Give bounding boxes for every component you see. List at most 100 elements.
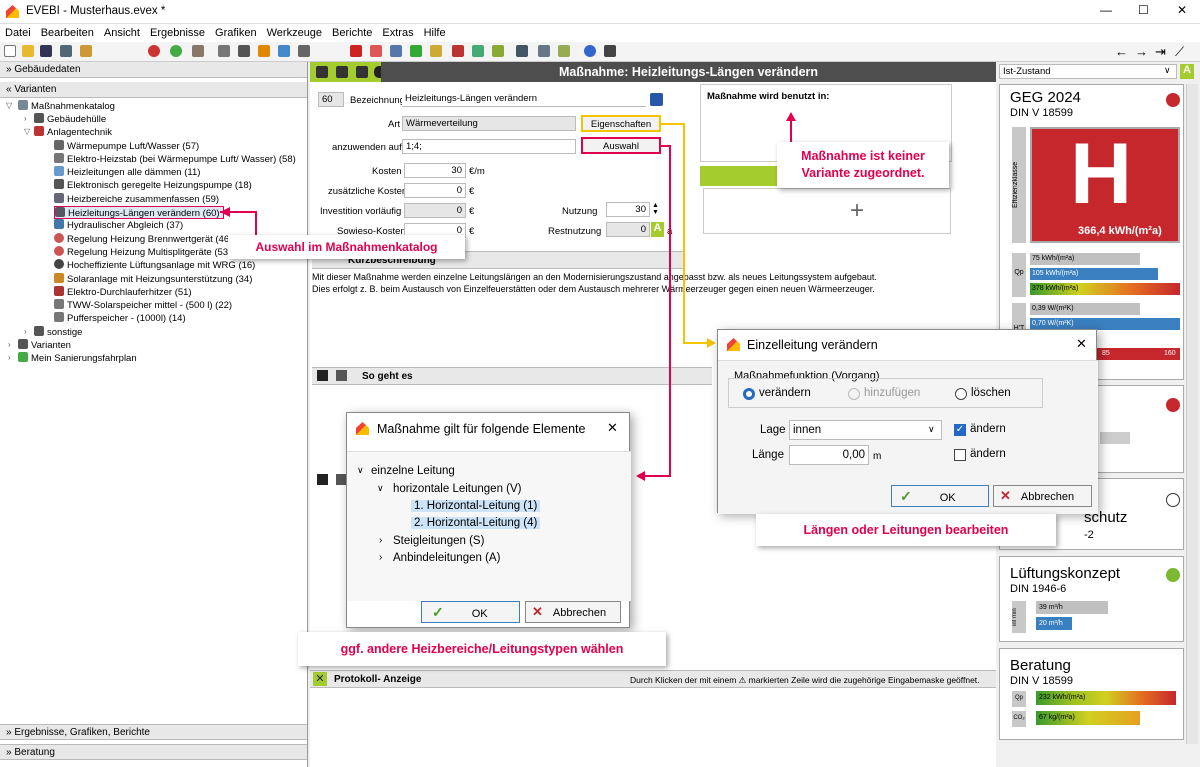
beratung-header[interactable]: » Beratung [0,744,307,760]
tree-gebaeudehuelle[interactable]: Gebäudehülle [34,113,106,126]
collapse-icon[interactable]: ▽ [6,101,12,110]
tree-icon[interactable] [316,66,328,78]
zustand-select[interactable]: Ist-Zustand [999,64,1177,79]
expand-icon[interactable]: › [24,327,27,336]
close-button[interactable]: ✕ [1177,3,1187,17]
tool5-icon[interactable] [430,45,442,57]
table-icon[interactable] [298,45,310,57]
tree-item[interactable]: Elektronisch geregelte Heizungspumpe (18… [54,179,252,192]
menu-grafiken[interactable]: Grafiken [210,24,262,39]
menu-datei[interactable]: Datei [0,24,36,39]
menu-werkzeuge[interactable]: Werkzeuge [262,24,327,39]
tree-item[interactable]: Elektro-Durchlauferhitzer (51) [54,285,192,299]
tree-varianten[interactable]: Varianten [18,339,71,352]
ok-button[interactable]: ✓ OK [891,485,989,507]
tree-item[interactable]: Hocheffiziente Lüftungsanlage mit WRG (1… [54,259,255,272]
spin-icon[interactable]: ▲ ▼ [652,202,659,216]
menu-ergebnisse[interactable]: Ergebnisse [145,24,210,39]
anwenden-input[interactable]: 1;4; [402,139,576,154]
collapse-icon[interactable]: ▽ [24,127,30,136]
dialog-close-button[interactable]: ✕ [1076,336,1087,352]
redo-icon[interactable] [170,45,182,57]
save-icon[interactable] [40,45,52,57]
checkbox-checked-icon[interactable]: ✓ [954,424,966,436]
cancel-button[interactable]: ✕ Abbrechen [993,485,1092,507]
radio-selected-icon[interactable] [743,388,755,400]
dialog-close-button[interactable]: ✕ [607,420,618,436]
tree-sanierungsfahrplan[interactable]: Mein Sanierungsfahrplan [18,352,137,365]
ok-button[interactable]: ✓ OK [421,601,520,623]
tree-anbindeleitungen[interactable]: Anbindeleitungen (A) [393,552,500,564]
tree-horizontal[interactable]: horizontale Leitungen (V) [393,483,522,495]
tree-horizontal-1[interactable]: 1. Horizontal-Leitung (1) [411,500,541,512]
tree-item[interactable]: Hydraulischer Abgleich (37) [54,219,183,232]
nutzung-input[interactable]: 30 [606,202,650,217]
tree-root[interactable]: einzelne Leitung [371,465,455,477]
tree-item[interactable]: Heizleitungen alle dämmen (11) [54,166,200,179]
doc-icon[interactable] [218,45,230,57]
tree-item[interactable]: Heizbereiche zusammenfassen (59) [54,192,219,206]
indent-icon[interactable] [356,66,368,78]
menu-ansicht[interactable]: Ansicht [99,24,145,39]
tool3-icon[interactable] [390,45,402,57]
laenge-input[interactable]: 0,00 [789,445,869,465]
wand-icon[interactable] [192,45,204,57]
tree-anlagentechnik[interactable]: Anlagentechnik [34,126,112,139]
expand-icon[interactable]: › [379,552,382,563]
add-icon[interactable]: + [850,197,864,225]
section-save-icon[interactable] [317,474,328,485]
tree-item-selected[interactable]: Heizleitungs-Längen verändern (60) [54,206,224,219]
tool7-icon[interactable] [472,45,484,57]
book-icon[interactable] [336,370,347,381]
expand-icon[interactable]: › [8,353,11,362]
tree-horizontal-2[interactable]: 2. Horizontal-Leitung (4) [411,517,541,529]
chart-line-icon[interactable]: ⟋ [1175,44,1184,60]
tree-item[interactable]: Elektro-Heizstab (bei Wärmepumpe Luft/ W… [54,152,296,166]
tree-item[interactable]: Regelung Heizung Multisplitgeräte (53) [54,245,231,259]
maximize-button[interactable]: ☐ [1138,3,1149,17]
tool11-icon[interactable] [558,45,570,57]
tree-item[interactable]: TWW-Solarspeicher mittel - (500 l) (22) [54,299,232,312]
chevron-down-icon[interactable]: ∨ [1164,65,1171,76]
new-file-icon[interactable] [4,45,16,57]
tool10-icon[interactable] [538,45,550,57]
beratung-card[interactable]: Beratung DIN V 18599 Qp 232 kWh/(m²a) CO… [999,648,1184,740]
checkbox-icon[interactable] [954,449,966,461]
protokoll-close-icon[interactable]: ✕ [313,672,327,686]
undo-icon[interactable] [148,45,160,57]
chart-icon[interactable] [278,45,290,57]
paste-icon[interactable] [80,45,92,57]
open-folder-icon[interactable] [22,45,34,57]
tool2-icon[interactable] [370,45,382,57]
menu-hilfe[interactable]: Hilfe [419,24,451,39]
tree-steigleitungen[interactable]: Steigleitungen (S) [393,535,484,547]
menu-extras[interactable]: Extras [377,24,418,39]
ergebnisse-header[interactable]: » Ergebnisse, Grafiken, Berichte [0,724,307,740]
goto-end-icon[interactable]: ⇥ [1155,44,1166,60]
edit-pen-icon[interactable] [650,93,663,106]
lueftung-card[interactable]: Lüftungskonzept DIN 1946-6 inf min 39 m³… [999,556,1184,642]
zus-kosten-input[interactable]: 0 [404,183,466,198]
auswahl-button[interactable]: Auswahl [581,137,661,154]
save-icon[interactable] [317,370,328,381]
expand-icon[interactable]: › [8,340,11,349]
collapse-icon[interactable]: ∨ [357,465,364,476]
radio-loeschen-icon[interactable] [955,388,967,400]
sum-icon[interactable] [258,45,270,57]
forward-arrow-icon[interactable]: → [1135,44,1148,59]
tool6-icon[interactable] [452,45,464,57]
add-variant-area[interactable]: + [703,188,951,234]
cancel-button[interactable]: ✕ Abbrechen [525,601,621,623]
tool8-icon[interactable] [492,45,504,57]
calculator-icon[interactable] [604,45,616,57]
tree-item[interactable]: Solaranlage mit Heizungsunterstützung (3… [54,272,252,286]
bezeichnung-input[interactable]: Heizleitungs-Längen verändern [402,92,646,107]
right-scrollbar[interactable] [1186,84,1198,744]
menu-bearbeiten[interactable]: Bearbeiten [36,24,99,39]
eigenschaften-button[interactable]: Eigenschaften [581,115,661,132]
tree2-icon[interactable] [336,66,348,78]
tree-item[interactable]: Wärmepumpe Luft/Wasser (57) [54,139,199,153]
tool9-icon[interactable] [516,45,528,57]
expand-icon[interactable]: › [24,114,27,123]
tool4-icon[interactable] [410,45,422,57]
